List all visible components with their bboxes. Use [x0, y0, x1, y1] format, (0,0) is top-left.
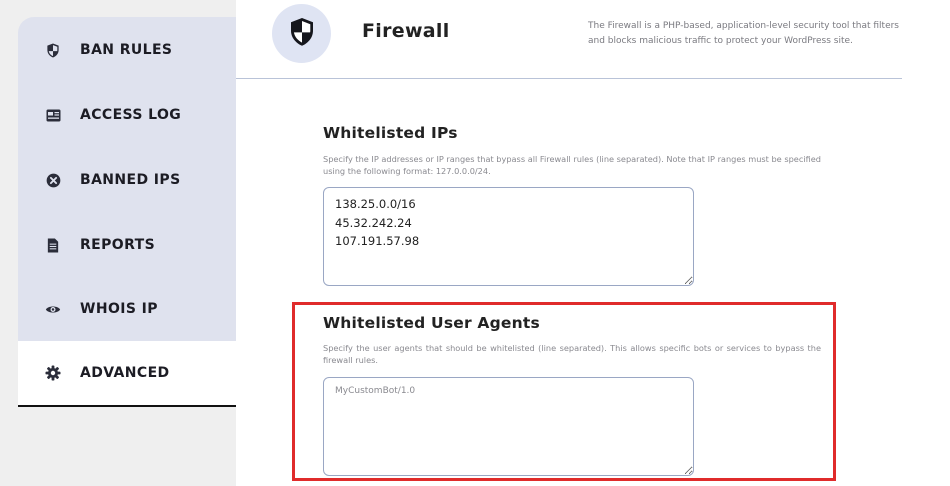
page-title: Firewall [362, 20, 450, 42]
whitelisted-ips-help: Specify the IP addresses or IP ranges th… [323, 154, 821, 176]
header-divider [236, 78, 902, 79]
whitelisted-user-agents-textarea[interactable] [323, 377, 694, 476]
sidebar-item-label: WHOIS IP [80, 301, 158, 317]
sidebar-item-reports[interactable]: REPORTS [18, 213, 236, 277]
gear-icon [45, 365, 61, 381]
shield-icon [289, 17, 315, 51]
sidebar-item-advanced[interactable]: ADVANCED [18, 341, 236, 407]
sidebar-item-label: BAN RULES [80, 42, 173, 58]
sidebar-item-label: REPORTS [80, 237, 156, 253]
document-icon [45, 237, 61, 253]
sidebar-item-label: ADVANCED [80, 365, 170, 381]
sidebar-item-ban-rules[interactable]: BAN RULES [18, 18, 236, 82]
whitelisted-user-agents-help: Specify the user agents that should be w… [323, 343, 821, 365]
whitelisted-user-agents-title: Whitelisted User Agents [323, 314, 540, 332]
sidebar-item-access-log[interactable]: ACCESS LOG [18, 83, 236, 147]
shield-icon [45, 42, 61, 58]
circle-x-icon [45, 172, 61, 188]
id-card-icon [45, 107, 61, 123]
header-icon-circle [272, 4, 331, 63]
sidebar-item-label: ACCESS LOG [80, 107, 182, 123]
sidebar: BAN RULES ACCESS LOG BANNED IPS REPORTS … [18, 17, 236, 407]
whitelisted-ips-textarea[interactable]: 138.25.0.0/16 45.32.242.24 107.191.57.98 [323, 187, 694, 286]
page-description: The Firewall is a PHP-based, application… [588, 21, 900, 46]
eye-icon [45, 301, 61, 317]
sidebar-item-whois-ip[interactable]: WHOIS IP [18, 277, 236, 341]
sidebar-item-banned-ips[interactable]: BANNED IPS [18, 148, 236, 212]
sidebar-item-label: BANNED IPS [80, 172, 181, 188]
whitelisted-ips-title: Whitelisted IPs [323, 124, 458, 142]
